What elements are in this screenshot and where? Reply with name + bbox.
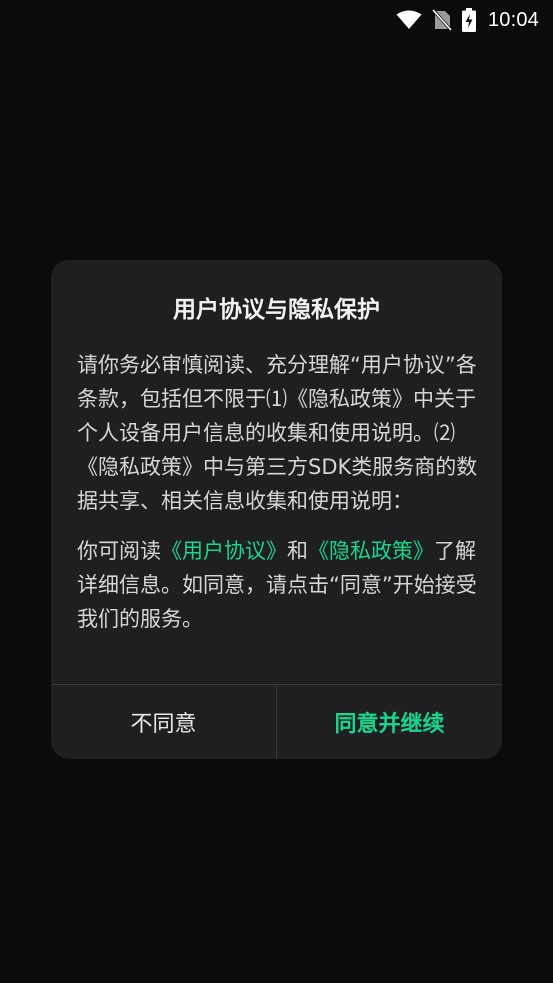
battery-charging-icon [461, 8, 476, 32]
agree-continue-button[interactable]: 同意并继续 [277, 685, 502, 759]
consent-and: 和 [287, 539, 308, 563]
status-bar: 10:04 [0, 0, 553, 40]
dialog-title: 用户协议与隐私保护 [173, 297, 380, 323]
wifi-icon [396, 10, 422, 30]
disagree-button[interactable]: 不同意 [51, 685, 276, 759]
privacy-dialog: 用户协议与隐私保护 请你务必审慎阅读、充分理解“用户协议”各条款，包括但不限于⑴… [51, 260, 502, 759]
user-agreement-link[interactable]: 《用户协议》 [161, 539, 287, 563]
dialog-body: 请你务必审慎阅读、充分理解“用户协议”各条款，包括但不限于⑴《隐私政策》中关于个… [77, 348, 480, 636]
consent-prefix: 你可阅读 [77, 539, 161, 563]
no-sim-icon [431, 9, 452, 31]
consent-paragraph: 你可阅读《用户协议》和《隐私政策》了解详细信息。如同意，请点击“同意”开始接受我… [77, 534, 480, 636]
status-time: 10:04 [487, 8, 539, 31]
agreement-paragraph: 请你务必审慎阅读、充分理解“用户协议”各条款，包括但不限于⑴《隐私政策》中关于个… [77, 353, 478, 513]
privacy-policy-link[interactable]: 《隐私政策》 [308, 539, 434, 563]
screen: 10:04 用户协议与隐私保护 请你务必审慎阅读、充分理解“用户协议”各条款，包… [0, 0, 553, 983]
